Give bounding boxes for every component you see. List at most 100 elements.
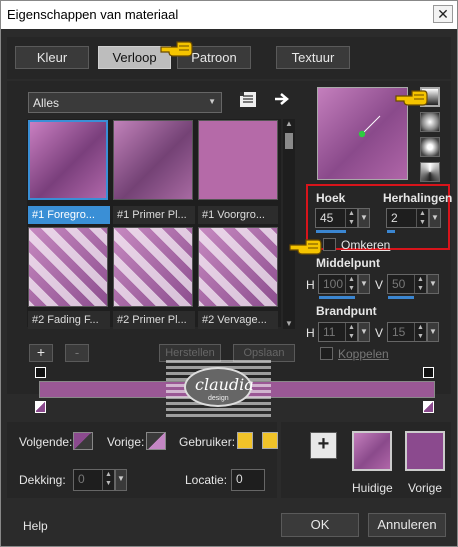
focal-v-value: 15 (392, 325, 406, 339)
gradient-caption: #2 Fading F... (28, 311, 110, 329)
gradient-thumb-foreground[interactable] (28, 120, 108, 200)
arrow-right-icon[interactable] (274, 92, 290, 106)
spinner-arrows-icon[interactable]: ▲ ▼ (345, 275, 357, 293)
color-stop-right[interactable] (423, 401, 434, 413)
focal-h-label: H (306, 326, 315, 340)
spinner-arrows-icon[interactable]: ▲ ▼ (414, 323, 426, 341)
gradient-caption: #2 Primer Pl... (113, 311, 195, 329)
next-color-swatch[interactable] (73, 432, 93, 450)
pointing-hand-icon (395, 90, 428, 106)
repeats-input[interactable]: 2 ▲ ▼ (386, 208, 429, 228)
opacity-value: 0 (78, 472, 85, 486)
angle-input[interactable]: 45 ▲ ▼ (315, 208, 358, 228)
center-v-slider[interactable] (388, 296, 414, 299)
cancel-button[interactable]: Annuleren (368, 513, 446, 537)
angle-value: 45 (320, 211, 334, 225)
center-v-label: V (375, 278, 384, 292)
library-filter-value: Alles (33, 96, 60, 110)
center-h-label: H (306, 278, 315, 292)
center-h-input[interactable]: 100 ▲ ▼ (318, 274, 358, 294)
chevron-down-icon: ▼ (208, 97, 216, 106)
opacity-stop-right[interactable] (423, 367, 434, 378)
invert-checkbox[interactable] (323, 238, 336, 251)
gradient-thumb-fading[interactable] (28, 227, 108, 307)
repeats-value: 2 (391, 211, 398, 225)
location-input[interactable]: 0 (231, 469, 265, 491)
opacity-label: Dekking: (19, 473, 66, 487)
gradient-caption: #1 Voorgro... (198, 206, 278, 224)
next-label: Volgende: (19, 435, 73, 449)
user-color-swatch-2[interactable] (262, 432, 278, 449)
link-label: Koppelen (338, 347, 389, 361)
angle-slider[interactable] (316, 230, 346, 233)
gradient-thumb-voorgrond[interactable] (198, 120, 278, 200)
location-value: 0 (236, 472, 243, 486)
radial-style-button[interactable] (420, 137, 440, 157)
opacity-input[interactable]: 0 ▲ ▼ (73, 469, 115, 491)
center-h-value: 100 (323, 277, 344, 291)
help-link[interactable]: Help (23, 519, 48, 533)
focal-v-input[interactable]: 15 ▲ ▼ (387, 322, 427, 342)
library-menu-icon[interactable] (239, 91, 257, 108)
spinner-arrows-icon[interactable]: ▲ ▼ (102, 470, 114, 490)
add-swatch-button[interactable]: + (310, 432, 337, 459)
window-title: Eigenschappen van materiaal (7, 7, 179, 22)
title-bar: Eigenschappen van materiaal ✕ (1, 1, 457, 29)
watermark-logo: claudia design (166, 357, 271, 417)
center-v-input[interactable]: 50 ▲ ▼ (387, 274, 427, 294)
color-stop-left[interactable] (35, 401, 46, 413)
chevron-down-icon[interactable]: ▼ (358, 274, 370, 294)
pointing-hand-icon (289, 239, 322, 255)
pointing-hand-icon (160, 41, 193, 57)
focal-point-label: Brandpunt (316, 304, 377, 318)
tab-textuur[interactable]: Textuur (276, 46, 350, 69)
close-button[interactable]: ✕ (433, 5, 453, 23)
focal-h-input[interactable]: 11 ▲ ▼ (318, 322, 358, 342)
watermark-text: claudia (195, 375, 254, 394)
previous-material-swatch[interactable] (405, 431, 445, 471)
add-gradient-button[interactable]: + (29, 344, 53, 362)
sunburst-style-button[interactable] (420, 162, 440, 182)
library-filter-dropdown[interactable]: Alles ▼ (28, 92, 222, 113)
angle-label: Hoek (316, 191, 346, 205)
user-label: Gebruiker: (179, 435, 236, 449)
gradient-thumb-vervagen[interactable] (198, 227, 278, 307)
center-v-value: 50 (392, 277, 406, 291)
center-h-slider[interactable] (319, 296, 355, 299)
center-point-label: Middelpunt (316, 256, 380, 270)
spinner-arrows-icon[interactable]: ▲ ▼ (414, 275, 426, 293)
chevron-down-icon[interactable]: ▼ (358, 208, 370, 228)
link-checkbox[interactable] (320, 347, 333, 360)
scroll-thumb[interactable] (285, 133, 293, 149)
invert-label: Omkeren (341, 238, 391, 252)
library-scrollbar[interactable]: ▲ ▼ (283, 119, 295, 329)
ok-button[interactable]: OK (281, 513, 359, 537)
location-label: Locatie: (185, 473, 228, 487)
gradient-caption: #2 Vervage... (198, 311, 278, 329)
rectangular-style-button[interactable] (420, 112, 440, 132)
focal-h-value: 11 (323, 325, 336, 339)
watermark-subtext: design (208, 395, 229, 402)
spinner-arrows-icon[interactable]: ▲ ▼ (345, 209, 357, 227)
current-material-swatch[interactable] (352, 431, 392, 471)
user-color-swatch-1[interactable] (237, 432, 253, 449)
gradient-thumb-primary[interactable] (113, 120, 193, 200)
gradient-thumb-primary-2[interactable] (113, 227, 193, 307)
opacity-stop-left[interactable] (35, 367, 46, 378)
spinner-arrows-icon[interactable]: ▲ ▼ (416, 209, 428, 227)
chevron-down-icon[interactable]: ▼ (115, 469, 127, 491)
scroll-down-icon[interactable]: ▼ (284, 319, 294, 329)
chevron-down-icon[interactable]: ▼ (427, 322, 439, 342)
chevron-down-icon[interactable]: ▼ (427, 274, 439, 294)
spinner-arrows-icon[interactable]: ▲ ▼ (345, 323, 357, 341)
current-label: Huidige (352, 481, 393, 495)
gradient-caption: #1 Primer Pl... (113, 206, 195, 224)
chevron-down-icon[interactable]: ▼ (429, 208, 441, 228)
scroll-up-icon[interactable]: ▲ (284, 119, 294, 129)
previous-label: Vorige (408, 481, 443, 495)
prev-color-swatch[interactable] (146, 432, 166, 450)
tab-kleur[interactable]: Kleur (15, 46, 89, 69)
repeats-slider[interactable] (387, 230, 395, 233)
chevron-down-icon[interactable]: ▼ (358, 322, 370, 342)
remove-gradient-button[interactable]: - (65, 344, 89, 362)
